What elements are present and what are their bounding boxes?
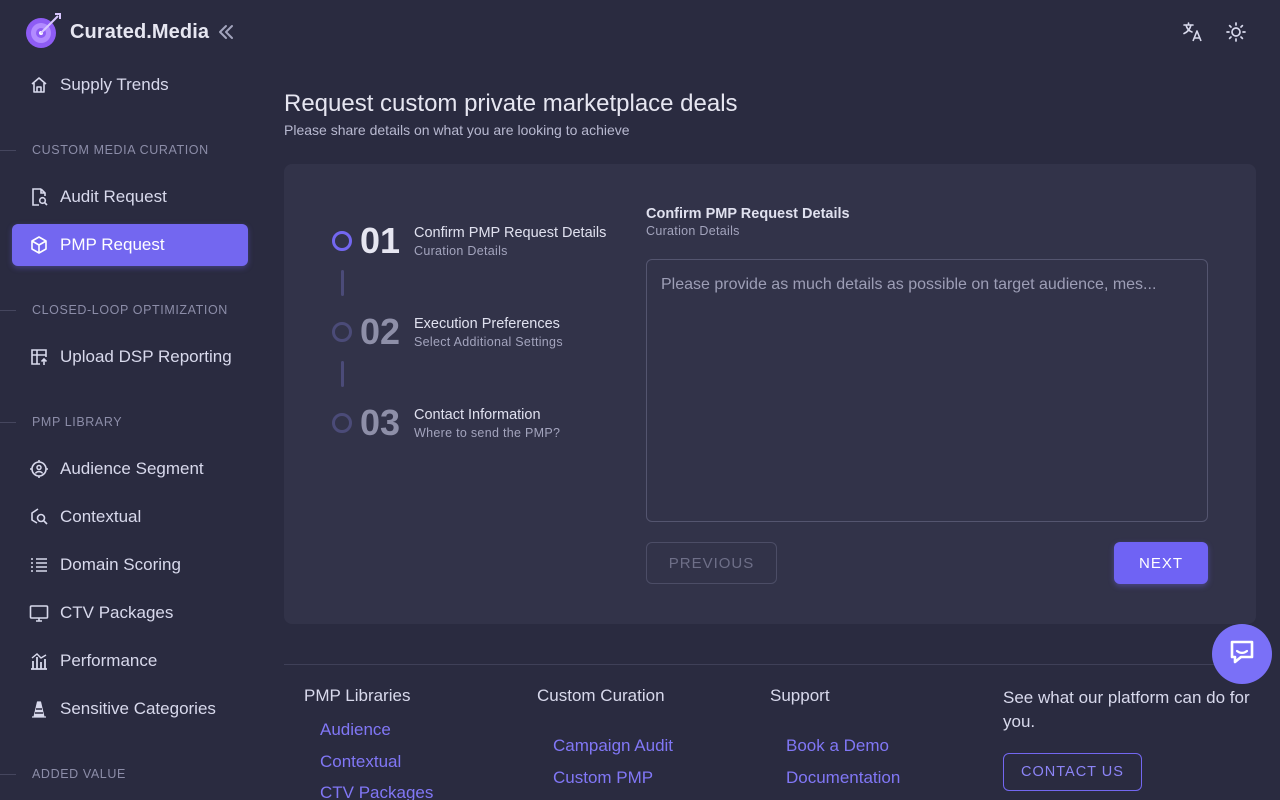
footer-col-pmp-libraries: PMP Libraries Audience Contextual CTV Pa… bbox=[304, 686, 433, 800]
sidebar-item-sensitive-categories[interactable]: Sensitive Categories bbox=[12, 688, 248, 730]
sidebar-item-ctv-packages[interactable]: CTV Packages bbox=[12, 592, 248, 634]
section-label-pmp-library: PMP LIBRARY bbox=[0, 414, 260, 430]
file-search-icon bbox=[28, 186, 50, 208]
step-title: Contact Information bbox=[414, 406, 541, 423]
contact-us-button[interactable]: CONTACT US bbox=[1003, 753, 1142, 791]
step-number: 02 bbox=[360, 311, 401, 352]
footer-col-custom-curation: Custom Curation Campaign Audit Custom PM… bbox=[537, 686, 673, 787]
list-numbers-icon bbox=[28, 554, 50, 576]
step-subtitle: Select Additional Settings bbox=[414, 334, 563, 349]
sidebar-item-audience-segment[interactable]: Audience Segment bbox=[12, 448, 248, 490]
step-indicator bbox=[332, 413, 352, 433]
step-connector bbox=[341, 361, 344, 387]
footer-link-documentation[interactable]: Documentation bbox=[786, 768, 900, 788]
logo-icon bbox=[22, 12, 62, 52]
sidebar-item-domain-scoring[interactable]: Domain Scoring bbox=[12, 544, 248, 586]
sidebar-item-label: Upload DSP Reporting bbox=[60, 347, 232, 366]
target-user-icon bbox=[28, 458, 50, 480]
chart-icon bbox=[28, 650, 50, 672]
step-indicator-active bbox=[332, 231, 352, 251]
step-number: 03 bbox=[360, 402, 401, 443]
request-details-textarea[interactable] bbox=[646, 259, 1208, 522]
step-indicator bbox=[332, 322, 352, 342]
sidebar-item-label: Audience Segment bbox=[60, 459, 204, 478]
chat-icon bbox=[1227, 637, 1257, 672]
sidebar-item-label: PMP Request bbox=[60, 235, 165, 254]
step-subtitle: Curation Details bbox=[414, 243, 508, 258]
footer-link-book-demo[interactable]: Book a Demo bbox=[786, 736, 889, 756]
step-title: Confirm PMP Request Details bbox=[414, 224, 607, 241]
sidebar-item-label: Contextual bbox=[60, 507, 142, 526]
footer-divider bbox=[284, 664, 1256, 665]
brand[interactable]: Curated.Media bbox=[22, 12, 235, 52]
next-button[interactable]: NEXT bbox=[1114, 542, 1208, 584]
home-icon bbox=[28, 74, 50, 96]
sidebar: Curated.Media Supply Trends CUSTOM MEDIA… bbox=[0, 0, 260, 800]
step-3[interactable]: 03 Contact Information Where to send the… bbox=[332, 402, 560, 444]
sidebar-item-label: Supply Trends bbox=[60, 75, 169, 94]
footer-col-support: Support Book a Demo Documentation bbox=[770, 686, 900, 787]
footer-link-audience[interactable]: Audience bbox=[320, 720, 391, 740]
traffic-cone-icon bbox=[28, 698, 50, 720]
zoom-scan-icon bbox=[28, 506, 50, 528]
page-title: Request custom private marketplace deals bbox=[284, 90, 738, 117]
footer-link-ctv-packages[interactable]: CTV Packages bbox=[320, 783, 433, 800]
chat-launcher-button[interactable] bbox=[1212, 624, 1272, 684]
step-subtitle: Where to send the PMP? bbox=[414, 425, 561, 440]
step-title: Execution Preferences bbox=[414, 315, 560, 332]
footer-heading: Custom Curation bbox=[537, 686, 665, 705]
collapse-sidebar-icon[interactable] bbox=[217, 23, 235, 41]
brand-name: Curated.Media bbox=[70, 20, 210, 43]
cube-icon bbox=[28, 234, 50, 256]
step-2[interactable]: 02 Execution Preferences Select Addition… bbox=[332, 311, 563, 353]
form-title: Confirm PMP Request Details bbox=[646, 206, 850, 222]
sidebar-item-supply-trends[interactable]: Supply Trends bbox=[12, 64, 248, 106]
page-subtitle: Please share details on what you are loo… bbox=[284, 122, 630, 138]
footer-cta-text: See what our platform can do for you. bbox=[1003, 688, 1250, 731]
footer-link-custom-pmp[interactable]: Custom PMP bbox=[553, 768, 653, 788]
sidebar-item-audit-request[interactable]: Audit Request bbox=[12, 176, 248, 218]
sidebar-item-upload-dsp-reporting[interactable]: Upload DSP Reporting bbox=[12, 336, 248, 378]
step-1[interactable]: 01 Confirm PMP Request Details Curation … bbox=[332, 220, 606, 262]
footer-heading: Support bbox=[770, 686, 830, 705]
sidebar-item-contextual[interactable]: Contextual bbox=[12, 496, 248, 538]
section-label-closed-loop-optimization: CLOSED-LOOP OPTIMIZATION bbox=[0, 302, 260, 318]
step-number: 01 bbox=[360, 220, 401, 261]
form-subtitle: Curation Details bbox=[646, 224, 740, 238]
sidebar-item-label: Domain Scoring bbox=[60, 555, 181, 574]
footer-link-contextual[interactable]: Contextual bbox=[320, 752, 401, 772]
monitor-icon bbox=[28, 602, 50, 624]
footer-link-campaign-audit[interactable]: Campaign Audit bbox=[553, 736, 673, 756]
table-upload-icon bbox=[28, 346, 50, 368]
sidebar-item-pmp-request[interactable]: PMP Request bbox=[12, 224, 248, 266]
sidebar-item-label: Performance bbox=[60, 651, 158, 670]
section-label-custom-media-curation: CUSTOM MEDIA CURATION bbox=[0, 142, 260, 158]
previous-button[interactable]: PREVIOUS bbox=[646, 542, 777, 584]
section-label-added-value: ADDED VALUE bbox=[0, 766, 260, 782]
sidebar-item-performance[interactable]: Performance bbox=[12, 640, 248, 682]
sidebar-item-label: Audit Request bbox=[60, 187, 167, 206]
sidebar-item-label: CTV Packages bbox=[60, 603, 174, 622]
language-icon[interactable] bbox=[1181, 20, 1205, 44]
sun-icon[interactable] bbox=[1224, 20, 1248, 44]
sidebar-item-label: Sensitive Categories bbox=[60, 699, 216, 718]
request-wizard-card: 01 Confirm PMP Request Details Curation … bbox=[284, 164, 1256, 624]
footer-heading: PMP Libraries bbox=[304, 686, 411, 705]
step-connector bbox=[341, 270, 344, 296]
